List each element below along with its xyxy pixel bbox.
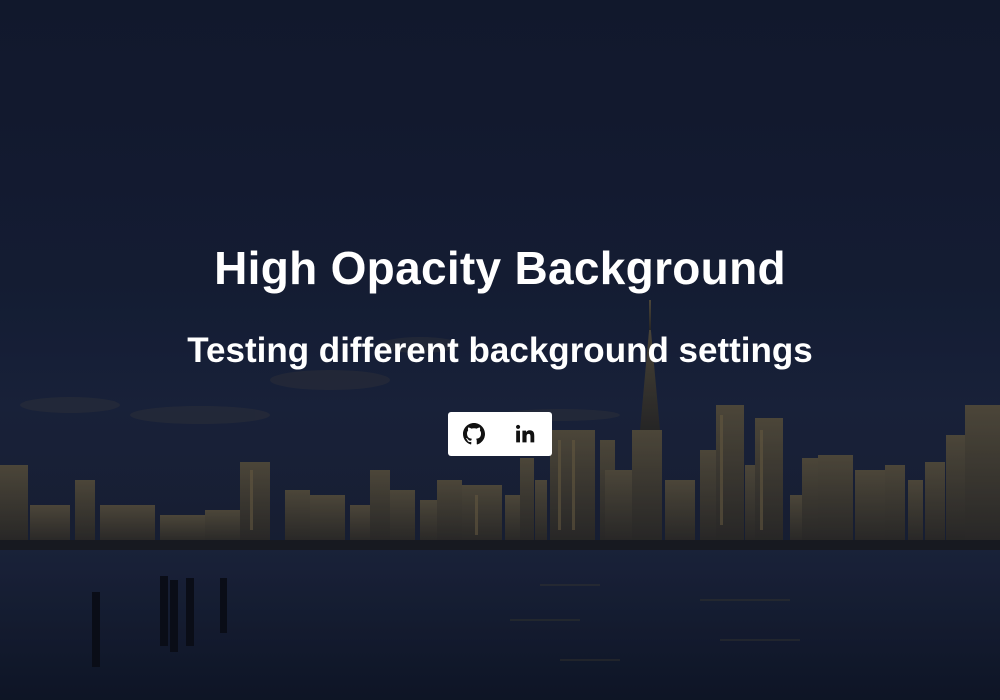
page-background: High Opacity Background Testing differen…: [0, 0, 1000, 700]
linkedin-icon: [516, 424, 535, 443]
hero-section: High Opacity Background Testing differen…: [0, 0, 1000, 700]
hero-title: High Opacity Background: [214, 242, 786, 294]
github-icon: [463, 423, 485, 445]
github-link[interactable]: [456, 416, 492, 452]
social-links: [448, 412, 552, 456]
linkedin-link[interactable]: [508, 416, 544, 452]
hero-subtitle: Testing different background settings: [187, 331, 813, 370]
